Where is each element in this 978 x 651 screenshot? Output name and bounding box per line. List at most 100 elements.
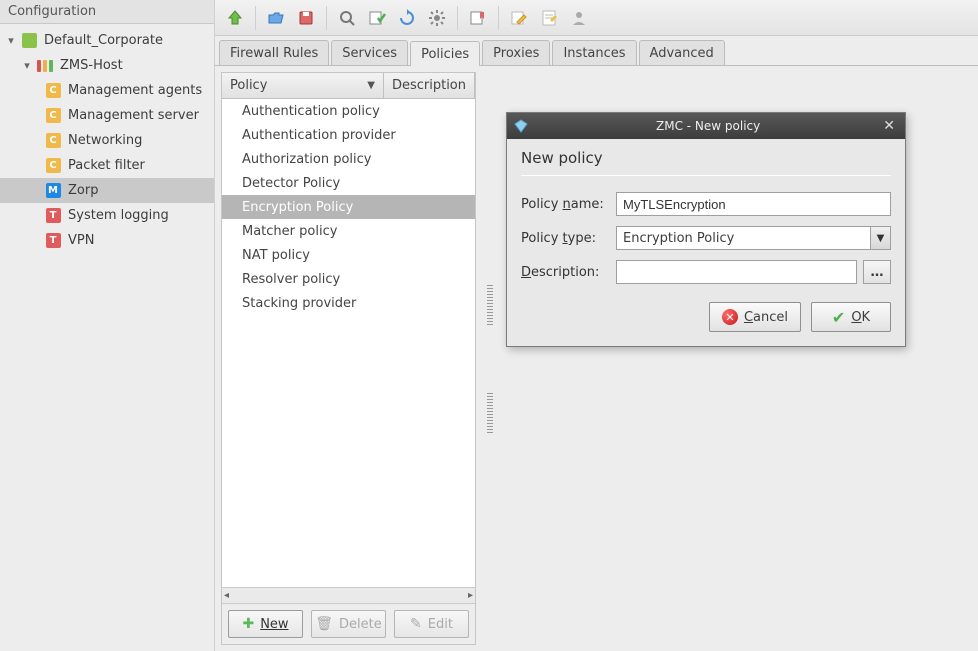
column-description[interactable]: Description <box>384 73 475 98</box>
tree-node-networking[interactable]: C Networking <box>0 128 214 153</box>
toolbar-refresh-icon[interactable] <box>393 4 421 32</box>
new-button[interactable]: ✚ New <box>228 610 303 638</box>
tree-label: Management server <box>68 108 199 123</box>
btn-label: Edit <box>428 617 453 632</box>
tree-node-vpn[interactable]: T VPN <box>0 228 214 253</box>
btn-label: New <box>260 617 288 632</box>
pencil-icon: ✎ <box>410 616 422 632</box>
tree-label: Zorp <box>68 183 98 198</box>
toolbar-notes-icon[interactable] <box>535 4 563 32</box>
dialog-body: New policy Policy name: Policy type: Enc… <box>507 139 905 346</box>
configuration-title: Configuration <box>0 0 214 24</box>
tree-label: ZMS-Host <box>60 58 123 73</box>
drag-handle-icon[interactable] <box>487 393 493 433</box>
toolbar-check-icon[interactable] <box>363 4 391 32</box>
tree-node-system-logging[interactable]: T System logging <box>0 203 214 228</box>
column-label: Policy <box>230 78 267 93</box>
tab-strip: Firewall Rules Services Policies Proxies… <box>215 36 978 66</box>
template-icon: T <box>44 233 62 249</box>
description-input[interactable] <box>616 260 857 284</box>
dialog-titlebar[interactable]: ZMC - New policy ✕ <box>507 113 905 139</box>
tree-node-packet-filter[interactable]: C Packet filter <box>0 153 214 178</box>
component-icon: C <box>44 133 62 149</box>
tree-label: Default_Corporate <box>44 33 163 48</box>
edit-button[interactable]: ✎ Edit <box>394 610 469 638</box>
tree-node-management-server[interactable]: C Management server <box>0 103 214 128</box>
expand-icon[interactable]: ▾ <box>4 34 18 47</box>
toolbar-up-icon[interactable] <box>221 4 249 32</box>
toolbar <box>215 0 978 36</box>
tree-label: Networking <box>68 133 142 148</box>
tab-policies[interactable]: Policies <box>410 41 480 66</box>
toolbar-save-icon[interactable] <box>292 4 320 32</box>
policy-item[interactable]: NAT policy <box>222 243 475 267</box>
component-icon: C <box>44 83 62 99</box>
cancel-button[interactable]: ✕ Cancel <box>709 302 801 332</box>
tree-label: System logging <box>68 208 169 223</box>
toolbar-gear-icon[interactable] <box>423 4 451 32</box>
policy-panel: Policy ▼ Description Authentication poli… <box>221 72 476 645</box>
dialog-title: ZMC - New policy <box>537 119 879 133</box>
toolbar-separator <box>457 6 458 30</box>
row-description: Description: … <box>521 260 891 284</box>
policy-item[interactable]: Authentication policy <box>222 99 475 123</box>
check-icon: ✔ <box>832 308 845 327</box>
policy-item[interactable]: Resolver policy <box>222 267 475 291</box>
policy-list[interactable]: Authentication policy Authentication pro… <box>222 99 475 587</box>
policy-item[interactable]: Stacking provider <box>222 291 475 315</box>
toolbar-search-icon[interactable] <box>333 4 361 32</box>
btn-label: Delete <box>339 617 382 632</box>
select-value: Encryption Policy <box>617 231 870 246</box>
splitter[interactable] <box>482 72 498 645</box>
label-description: Description: <box>521 265 616 280</box>
drag-handle-icon[interactable] <box>487 285 493 325</box>
scroll-right-icon[interactable]: ▸ <box>468 590 473 601</box>
tree-node-zorp[interactable]: M Zorp <box>0 178 214 203</box>
host-icon <box>36 58 54 74</box>
horizontal-scrollbar[interactable]: ◂ ▸ <box>222 587 475 603</box>
zorp-icon: M <box>44 183 62 199</box>
tree-node-root[interactable]: ▾ Default_Corporate <box>0 28 214 53</box>
description-more-button[interactable]: … <box>863 260 891 284</box>
policy-item[interactable]: Detector Policy <box>222 171 475 195</box>
ok-button[interactable]: ✔ OK <box>811 302 891 332</box>
policy-type-select[interactable]: Encryption Policy ▼ <box>616 226 891 250</box>
tree-node-management-agents[interactable]: C Management agents <box>0 78 214 103</box>
column-policy[interactable]: Policy ▼ <box>222 73 384 98</box>
toolbar-separator <box>498 6 499 30</box>
policy-item[interactable]: Encryption Policy <box>222 195 475 219</box>
toolbar-separator <box>255 6 256 30</box>
toolbar-bookmark-icon[interactable] <box>464 4 492 32</box>
chevron-down-icon[interactable]: ▼ <box>870 227 890 249</box>
configuration-tree[interactable]: ▾ Default_Corporate ▾ ZMS-Host C Managem… <box>0 24 214 651</box>
policy-buttons: ✚ New 🗑 Delete ✎ Edit <box>222 603 475 644</box>
expand-icon[interactable]: ▾ <box>20 59 34 72</box>
tab-services[interactable]: Services <box>331 40 408 65</box>
policy-item[interactable]: Matcher policy <box>222 219 475 243</box>
row-policy-name: Policy name: <box>521 192 891 216</box>
tab-instances[interactable]: Instances <box>552 40 636 65</box>
toolbar-separator <box>326 6 327 30</box>
dialog-button-bar: ✕ Cancel ✔ OK <box>521 302 891 332</box>
scroll-left-icon[interactable]: ◂ <box>224 590 229 601</box>
policy-name-input[interactable] <box>616 192 891 216</box>
close-icon[interactable]: ✕ <box>879 118 899 134</box>
tree-node-host[interactable]: ▾ ZMS-Host <box>0 53 214 78</box>
tab-advanced[interactable]: Advanced <box>639 40 725 65</box>
policy-item[interactable]: Authorization policy <box>222 147 475 171</box>
toolbar-edit-icon[interactable] <box>505 4 533 32</box>
column-label: Description <box>392 78 466 93</box>
separator <box>521 175 891 176</box>
delete-button[interactable]: 🗑 Delete <box>311 610 386 638</box>
toolbar-open-icon[interactable] <box>262 4 290 32</box>
dialog-heading: New policy <box>521 149 891 167</box>
site-icon <box>20 33 38 49</box>
toolbar-user-icon[interactable] <box>565 4 593 32</box>
plus-icon: ✚ <box>242 616 254 632</box>
component-icon: C <box>44 158 62 174</box>
template-icon: T <box>44 208 62 224</box>
cancel-icon: ✕ <box>722 309 738 325</box>
policy-item[interactable]: Authentication provider <box>222 123 475 147</box>
tab-firewall-rules[interactable]: Firewall Rules <box>219 40 329 65</box>
tab-proxies[interactable]: Proxies <box>482 40 550 65</box>
